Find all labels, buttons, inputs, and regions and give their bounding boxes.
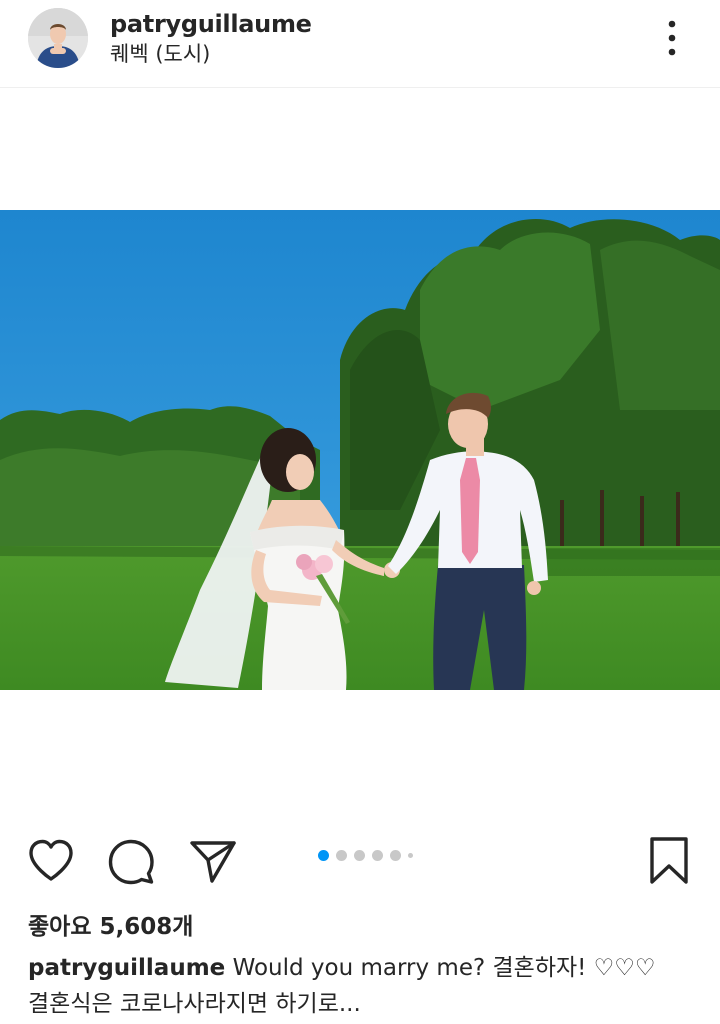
bookmark-icon [650,837,688,884]
location-label[interactable]: 퀘벡 (도시) [110,40,210,68]
carousel-dot-more [408,852,413,858]
avatar-image [28,8,88,68]
username[interactable]: patryguillaume [110,8,312,40]
caption-text-line2: 결혼식은 코로나사라지면 하기로... [28,991,361,1017]
caption-text-line1: Would you marry me? 결혼하자! ♡♡♡ [232,955,656,981]
carousel-dot-active [318,849,329,861]
more-vertical-icon [668,20,676,56]
comment-bubble-icon [108,839,154,885]
heart-icon [29,839,73,881]
carousel-dot [354,849,365,861]
comment-button[interactable] [106,836,156,886]
caption-username[interactable]: patryguillaume [28,955,225,981]
carousel-dot [390,849,401,861]
carousel-indicator [318,848,413,862]
post-media[interactable] [0,88,720,812]
avatar[interactable] [28,8,88,68]
post-header: patryguillaume 퀘벡 (도시) [0,0,720,88]
share-button[interactable] [188,836,238,886]
post-photo[interactable] [0,210,720,690]
likes-count[interactable]: 좋아요 5,608개 [28,910,193,944]
carousel-dot [372,849,383,861]
like-button[interactable] [26,836,76,886]
carousel-dot [336,849,347,861]
wedding-photo [0,210,720,690]
paper-plane-icon [190,841,236,883]
post-caption: patryguillaume Would you marry me? 결혼하자!… [28,950,698,1022]
save-button[interactable] [644,836,694,886]
more-options-button[interactable] [652,16,692,60]
